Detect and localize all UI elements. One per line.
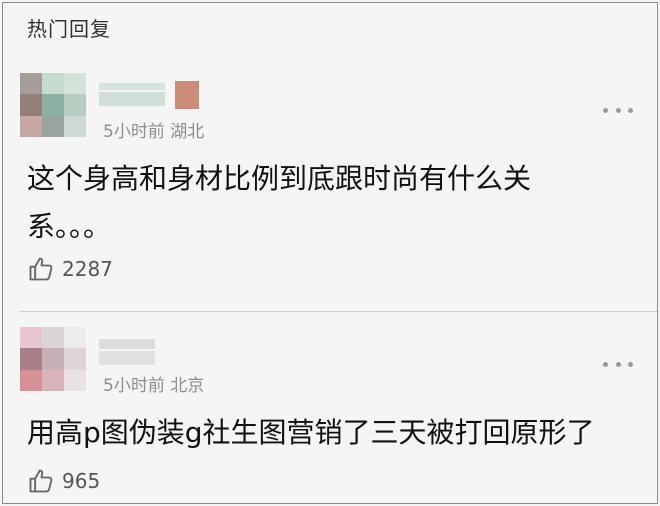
comment-meta: 5小时前 湖北 (103, 122, 205, 142)
comment-text: 用高p图伪装g社生图营销了三天被打回原形了 (27, 416, 595, 449)
comment-text: 这个身高和身材比例到底跟时尚有什么关系。。。 (27, 162, 532, 243)
avatar[interactable] (20, 73, 86, 137)
user-level-badge (175, 81, 199, 109)
avatar[interactable] (20, 327, 86, 391)
thumbs-up-icon (29, 469, 53, 493)
section-title: 热门回复 (27, 17, 111, 41)
username-blurred[interactable] (99, 335, 209, 365)
like-button[interactable]: 965 (27, 467, 100, 495)
more-dots-icon[interactable] (603, 105, 633, 115)
thumbs-up-icon (29, 257, 53, 281)
like-button[interactable]: 2287 (27, 255, 113, 283)
username-blurred[interactable] (99, 81, 209, 109)
comment-meta: 5小时前 北京 (103, 376, 205, 396)
like-count: 2287 (62, 257, 113, 281)
divider (19, 311, 657, 312)
hot-replies-panel: 热门回复 5小时前 湖北 这个身高和身材比例到底跟时尚有什么关系。。。 2287… (2, 2, 658, 504)
more-dots-icon[interactable] (603, 359, 633, 369)
like-count: 965 (62, 469, 101, 493)
